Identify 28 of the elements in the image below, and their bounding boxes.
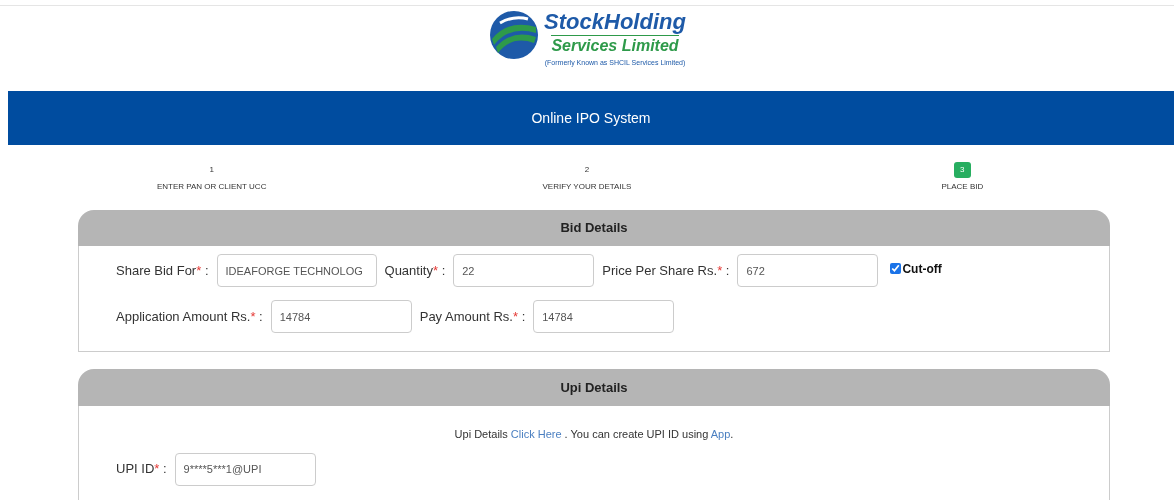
field-label: Pay Amount Rs.* : (419, 307, 526, 326)
cutoff-checkbox[interactable] (890, 263, 902, 274)
upi-info-text: Upi Details Click Here . You can create UPI ID using App. (453, 427, 735, 442)
card-title: Bid Details (560, 219, 628, 238)
card-title: Upi Details (560, 378, 628, 397)
field-label: Application Amount Rs.* : (116, 307, 263, 326)
header-title: Online IPO System (531, 108, 651, 128)
logo-name: StockHolding (544, 9, 686, 35)
step-label: ENTER PAN OR CLIENT UCC (156, 181, 267, 193)
input-field[interactable]: 672 (737, 254, 879, 287)
field-label: UPI ID* : (116, 460, 167, 479)
input-field[interactable]: 9****5***1@UPI (174, 452, 316, 486)
input-field[interactable]: 22 (453, 254, 595, 287)
step-number: 3 (953, 162, 971, 178)
link[interactable]: Click Here (510, 428, 562, 440)
input-field[interactable]: 14784 (270, 300, 412, 333)
step-number: 2 (584, 164, 590, 176)
field-label: Price Per Share Rs.* : (602, 261, 730, 280)
field-label: Quantity* : (384, 261, 446, 280)
logo-icon (488, 9, 541, 61)
field-label: Share Bid For* : (116, 261, 209, 280)
step-label: PLACE BID (941, 181, 984, 193)
input-field[interactable]: IDEAFORGE TECHNOLOG (216, 254, 377, 287)
logo-subtitle: Services Limited (551, 35, 679, 56)
input-field[interactable]: 14784 (533, 300, 675, 333)
cutoff-label: Cut-off (902, 261, 942, 278)
step-label: VERIFY YOUR DETAILS (542, 181, 632, 193)
step-number: 1 (209, 164, 214, 176)
